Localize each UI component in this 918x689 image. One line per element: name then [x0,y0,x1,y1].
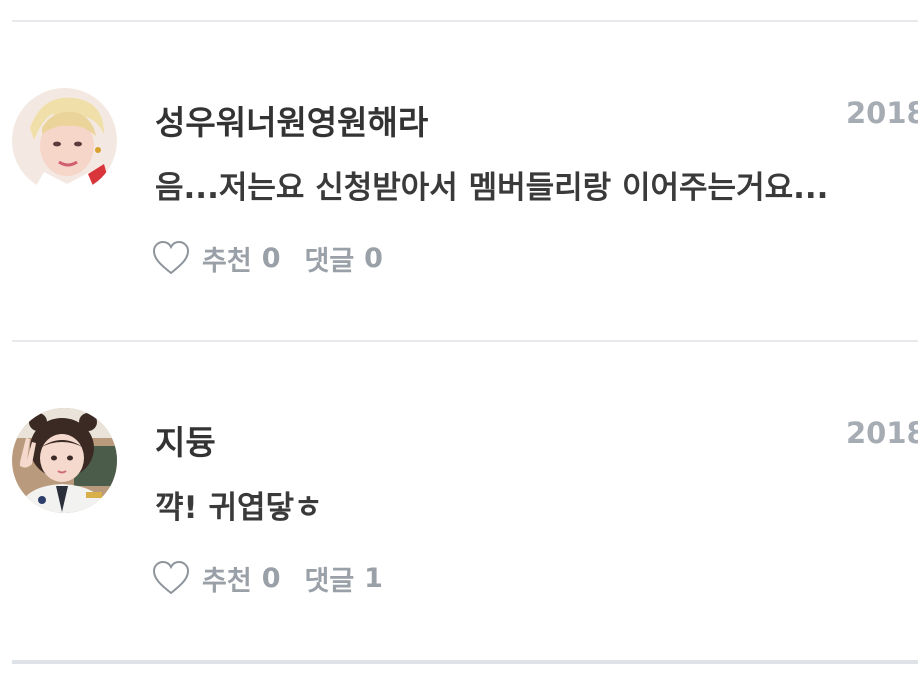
reply-button[interactable]: 댓글 0 [280,239,382,278]
comment-list: 성우워너원영원해라 2018 음...저는요 신청받아서 멤버들리랑 이어주는거… [0,0,918,689]
like-label: 추천 [202,565,252,597]
like-count: 0 [261,562,281,594]
like-count: 0 [261,242,281,274]
like-button[interactable]: 추천 0 [152,559,280,598]
comment-text[interactable]: 꺅! 귀엽닿ㅎ [155,482,323,527]
reply-button[interactable]: 댓글 1 [280,559,382,598]
avatar-image [12,88,117,193]
reply-label: 댓글 [304,245,355,277]
reply-label: 댓글 [304,565,355,597]
comment-item: 지듕 2018 꺅! 귀엽닿ㅎ 추천 0 댓글 1 [0,380,918,680]
divider [12,660,918,664]
divider [12,340,918,342]
reply-count: 1 [364,562,383,594]
avatar-image [12,408,117,513]
comment-text[interactable]: 음...저는요 신청받아서 멤버들리랑 이어주는거요... [155,162,828,207]
avatar[interactable] [12,88,117,193]
avatar[interactable] [12,408,117,513]
comment-date: 2018 [846,416,918,450]
comment-author[interactable]: 지듕 [155,416,216,464]
comment-actions: 추천 0 댓글 0 [152,238,383,278]
comment-item: 성우워너원영원해라 2018 음...저는요 신청받아서 멤버들리랑 이어주는거… [0,60,918,360]
divider [12,20,918,22]
like-button[interactable]: 추천 0 [152,239,280,278]
heart-outline-icon [152,240,190,275]
like-label: 추천 [202,245,252,277]
reply-count: 0 [364,242,383,274]
comment-author[interactable]: 성우워너원영원해라 [155,96,428,144]
comment-date: 2018 [846,96,918,130]
comment-actions: 추천 0 댓글 1 [152,558,383,598]
heart-outline-icon [152,560,190,595]
